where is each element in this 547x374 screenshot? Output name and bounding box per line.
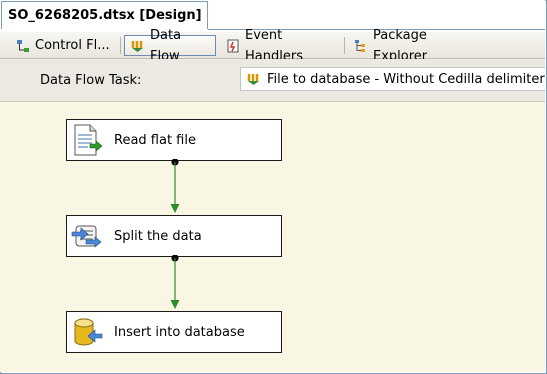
event-handlers-icon — [226, 39, 240, 53]
component-label: Insert into database — [114, 324, 245, 340]
path-read-to-split[interactable] — [165, 159, 185, 215]
component-read-flat-file[interactable]: Read flat file — [66, 119, 282, 161]
ole-db-destination-icon — [70, 315, 104, 349]
script-component-icon — [70, 219, 104, 253]
data-flow-canvas[interactable]: Read flat file Split the data Insert int… — [0, 102, 545, 372]
component-split-the-data[interactable]: Split the data — [66, 215, 282, 257]
data-flow-task-dropdown[interactable]: File to database - Without Cedilla delim… — [240, 67, 545, 91]
path-split-to-insert[interactable] — [165, 255, 185, 311]
selected-task: File to database - Without Cedilla delim… — [267, 71, 545, 87]
tab-label: Control Fl... — [35, 38, 110, 53]
tab-control-flow[interactable]: Control Fl... — [10, 35, 121, 56]
component-label: Read flat file — [114, 132, 196, 148]
control-flow-icon — [16, 39, 30, 53]
designer-tab-bar: Control Fl... Data Flow Event Handlers P… — [0, 28, 545, 64]
component-insert-into-database[interactable]: Insert into database — [66, 311, 282, 353]
tab-event-handlers[interactable]: Event Handlers — [220, 28, 345, 64]
tab-data-flow[interactable]: Data Flow — [124, 28, 216, 64]
tab-package-explorer[interactable]: Package Explorer — [348, 28, 488, 64]
tab-separator — [120, 37, 121, 54]
tab-separator — [344, 37, 345, 54]
task-selector-label: Data Flow Task: — [40, 73, 142, 88]
flat-file-source-icon — [70, 123, 104, 157]
data-flow-task-icon — [247, 72, 261, 86]
data-flow-icon — [131, 39, 145, 53]
package-explorer-icon — [354, 39, 368, 53]
task-selector-bar: Data Flow Task: File to database - Witho… — [0, 59, 545, 102]
component-label: Split the data — [114, 228, 202, 244]
